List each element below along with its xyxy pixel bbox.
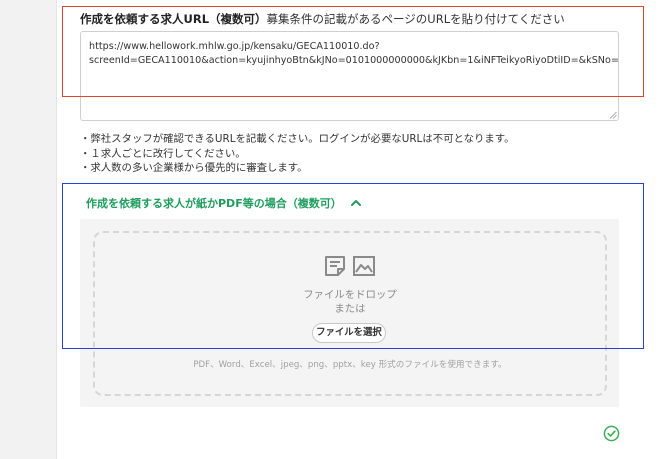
- drop-line: ファイルをドロップ: [303, 289, 397, 301]
- note-item: ・求人数の多い企業様から優先的に審査します。: [80, 162, 308, 174]
- url-notes-list: ・弊社スタッフが確認できるURLを記載ください。ログインが必要なURLは不可とな…: [80, 132, 515, 176]
- paper-upload-toggle[interactable]: 作成を依頼する求人が紙かPDF等の場合（複数可）: [86, 195, 362, 211]
- drop-instructions: ファイルをドロップ または: [250, 288, 450, 316]
- image-icon: [353, 256, 375, 276]
- url-field-label: 作成を依頼する求人URL（複数可）募集条件の記載があるページのURLを貼り付けて…: [80, 11, 565, 27]
- chevron-up-icon: [350, 200, 361, 206]
- resize-grip-icon[interactable]: [609, 111, 617, 119]
- drop-or-line: または: [334, 303, 366, 315]
- note-item: ・弊社スタッフが確認できるURLを記載ください。ログインが必要なURLは不可とな…: [80, 133, 515, 145]
- upload-icons: [323, 254, 376, 278]
- url-field-label-hint: 募集条件の記載があるページのURLを貼り付けてください: [266, 12, 565, 26]
- paper-upload-toggle-label: 作成を依頼する求人が紙かPDF等の場合（複数可）: [86, 197, 342, 210]
- select-file-button[interactable]: ファイルを選択: [312, 323, 386, 343]
- document-icon: [325, 256, 345, 276]
- note-item: ・１求人ごとに改行してください。: [80, 147, 246, 160]
- url-field-label-bold: 作成を依頼する求人URL（複数可）: [80, 12, 267, 26]
- allowed-formats-text: PDF、Word、Excel、jpeg、png、pptx、key 形式のファイル…: [193, 360, 507, 370]
- job-url-textarea[interactable]: https://www.hellowork.mhlw.go.jp/kensaku…: [80, 31, 619, 121]
- check-circle-icon: [603, 425, 620, 442]
